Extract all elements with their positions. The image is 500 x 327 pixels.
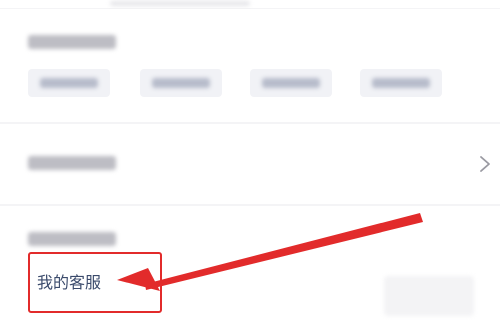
blurred-chip-text (40, 78, 98, 88)
blurred-chip[interactable] (250, 69, 332, 97)
chevron-right-icon (480, 156, 490, 172)
screen: 我的客服 (0, 0, 500, 327)
blurred-section-card (0, 9, 500, 122)
blurred-menu-row[interactable] (0, 124, 500, 204)
blurred-chip[interactable] (140, 69, 222, 97)
previous-section-strip (0, 0, 500, 8)
blurred-chip[interactable] (360, 69, 442, 97)
blurred-chip-text (372, 78, 430, 88)
my-customer-service-link[interactable]: 我的客服 (37, 273, 101, 293)
blurred-content (384, 276, 474, 316)
blurred-section-title (28, 232, 116, 246)
blurred-chip[interactable] (28, 69, 110, 97)
blurred-chip-text (262, 78, 320, 88)
blurred-text (110, 1, 250, 6)
blurred-section-title (28, 35, 116, 49)
blurred-chip-text (152, 78, 210, 88)
blurred-row-title (28, 156, 116, 170)
